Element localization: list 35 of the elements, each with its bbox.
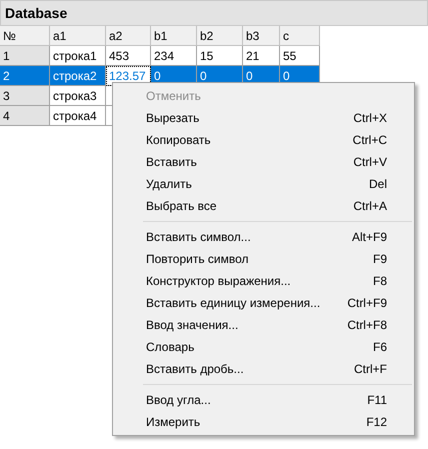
table-cell: строка2: [50, 66, 106, 86]
table-cell: 15: [197, 46, 243, 66]
table-cell: 55: [280, 46, 320, 66]
table-cell: строка3: [50, 86, 106, 106]
menu-item[interactable]: Вырезать Ctrl+X: [113, 107, 414, 129]
menu-item[interactable]: Вставить символ... Alt+F9: [113, 226, 414, 248]
row-header: 1: [0, 46, 50, 66]
row-header: 4: [0, 106, 50, 126]
column-header[interactable]: a1: [50, 26, 106, 46]
menu-item[interactable]: Копировать Ctrl+C: [113, 129, 414, 151]
menu-item[interactable]: Вставить дробь... Ctrl+F: [113, 358, 414, 380]
column-header[interactable]: b2: [197, 26, 243, 46]
column-header[interactable]: b3: [243, 26, 280, 46]
table-cell: 234: [151, 46, 197, 66]
row-header: 2: [0, 66, 50, 86]
menu-item[interactable]: Выбрать все Ctrl+A: [113, 195, 414, 217]
menu-item[interactable]: Измерить F12: [113, 411, 414, 433]
menu-item[interactable]: Ввод значения... Ctrl+F8: [113, 314, 414, 336]
table-cell: строка1: [50, 46, 106, 66]
menu-item[interactable]: Вставить единицу измерения... Ctrl+F9: [113, 292, 414, 314]
window-title: Database: [5, 5, 68, 21]
table-cell: 21: [243, 46, 280, 66]
column-header[interactable]: a2: [106, 26, 151, 46]
menu-item[interactable]: Удалить Del: [113, 173, 414, 195]
column-header[interactable]: b1: [151, 26, 197, 46]
table-cell: строка4: [50, 106, 106, 126]
menu-item[interactable]: Конструктор выражения... F8: [113, 270, 414, 292]
menu-item[interactable]: Повторить символ F9: [113, 248, 414, 270]
menu-item[interactable]: Ввод угла... F11: [113, 389, 414, 411]
row-header: 3: [0, 86, 50, 106]
table-cell: 453: [106, 46, 151, 66]
menu-item[interactable]: Вставить Ctrl+V: [113, 151, 414, 173]
column-header[interactable]: c: [280, 26, 320, 46]
menu-item[interactable]: Словарь F6: [113, 336, 414, 358]
column-header[interactable]: №: [0, 26, 50, 46]
